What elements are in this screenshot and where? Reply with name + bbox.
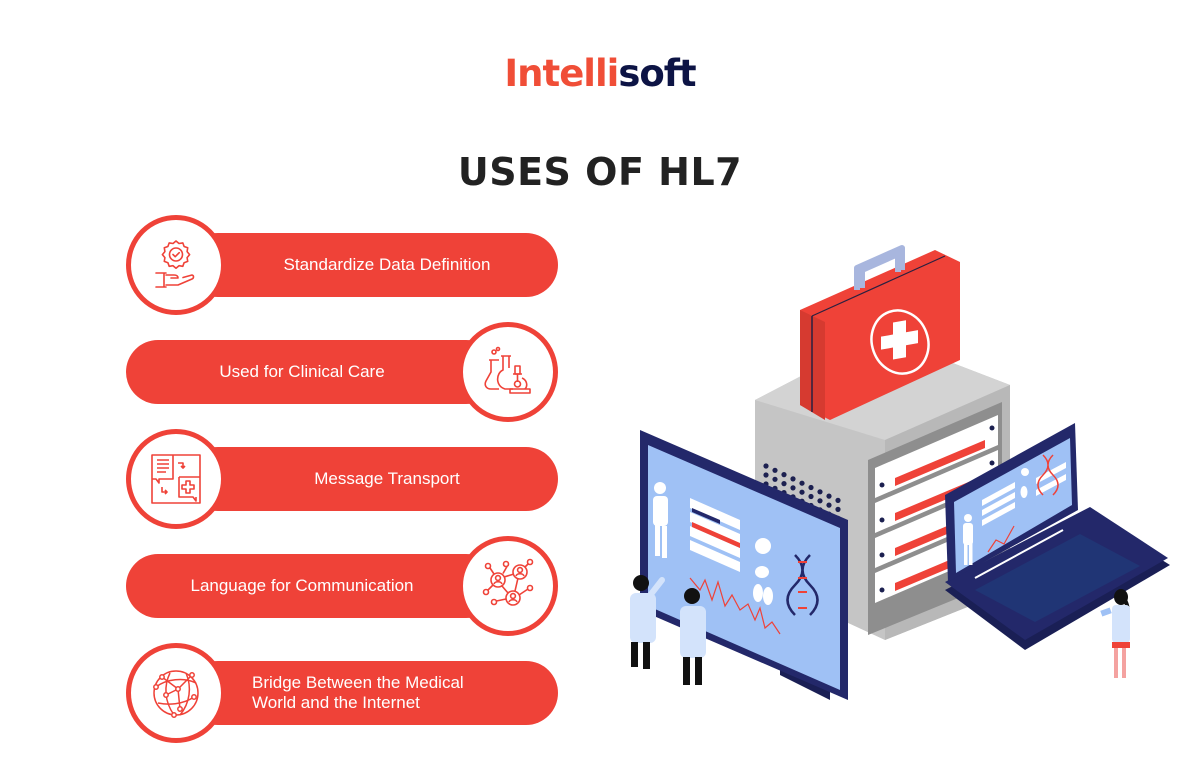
use-label: Language for Communication <box>190 576 414 595</box>
vent-dot <box>817 498 823 504</box>
use-icon-circle <box>126 215 226 315</box>
use-icon-circle <box>458 536 558 636</box>
page-title: USES OF HL7 <box>457 150 743 194</box>
vent-dot <box>790 485 796 491</box>
globe-network-icon <box>153 670 199 718</box>
vent-dot <box>799 480 805 486</box>
use-item-message-transport: Message Transport <box>126 429 558 529</box>
certified-hand-icon <box>155 240 195 288</box>
use-icon-circle <box>458 322 558 422</box>
people-network-icon <box>482 558 534 606</box>
use-pill: Standardize Data Definition <box>186 233 558 297</box>
vent-dot <box>781 481 787 487</box>
logo-part-soft: soft <box>618 52 696 95</box>
vent-dot <box>781 472 787 478</box>
use-pill: Used for Clinical Care <box>126 340 498 404</box>
use-pill: Bridge Between the Medical World and the… <box>186 661 558 725</box>
vent-dot <box>826 493 832 499</box>
vent-dot <box>808 493 814 500</box>
lab-flasks-microscope-icon <box>484 346 531 394</box>
use-pill: Message Transport <box>186 447 558 511</box>
use-label: Used for Clinical Care <box>219 362 385 381</box>
use-pill: Language for Communication <box>126 554 498 618</box>
vent-dot <box>817 489 823 495</box>
use-icon-circle <box>126 643 226 743</box>
use-item-standardize-data: Standardize Data Definition <box>126 215 558 315</box>
message-exchange-icon <box>151 454 201 504</box>
logo-part-intelli: Intelli <box>504 52 619 95</box>
use-item-clinical-care: Used for Clinical Care <box>126 322 558 422</box>
vent-dot <box>799 489 805 495</box>
vent-dot <box>835 506 841 512</box>
use-item-bridge-internet: Bridge Between the Medical World and the… <box>126 643 558 743</box>
medical-it-illustration <box>630 245 1170 700</box>
vent-dot <box>763 472 769 478</box>
vent-dot <box>790 476 796 482</box>
vent-dot <box>808 484 814 491</box>
intellisoft-logo: Intellisoft <box>0 52 1200 95</box>
vent-dot <box>772 467 778 473</box>
vent-dot <box>826 502 832 508</box>
use-label: Bridge Between the Medical World and the… <box>252 673 464 712</box>
use-label: Standardize Data Definition <box>283 255 491 274</box>
vent-dot <box>772 476 778 482</box>
use-item-language-communication: Language for Communication <box>126 536 558 636</box>
vent-dot <box>835 497 841 503</box>
vent-dot <box>763 463 769 469</box>
use-icon-circle <box>126 429 226 529</box>
use-label: Message Transport <box>314 469 460 488</box>
